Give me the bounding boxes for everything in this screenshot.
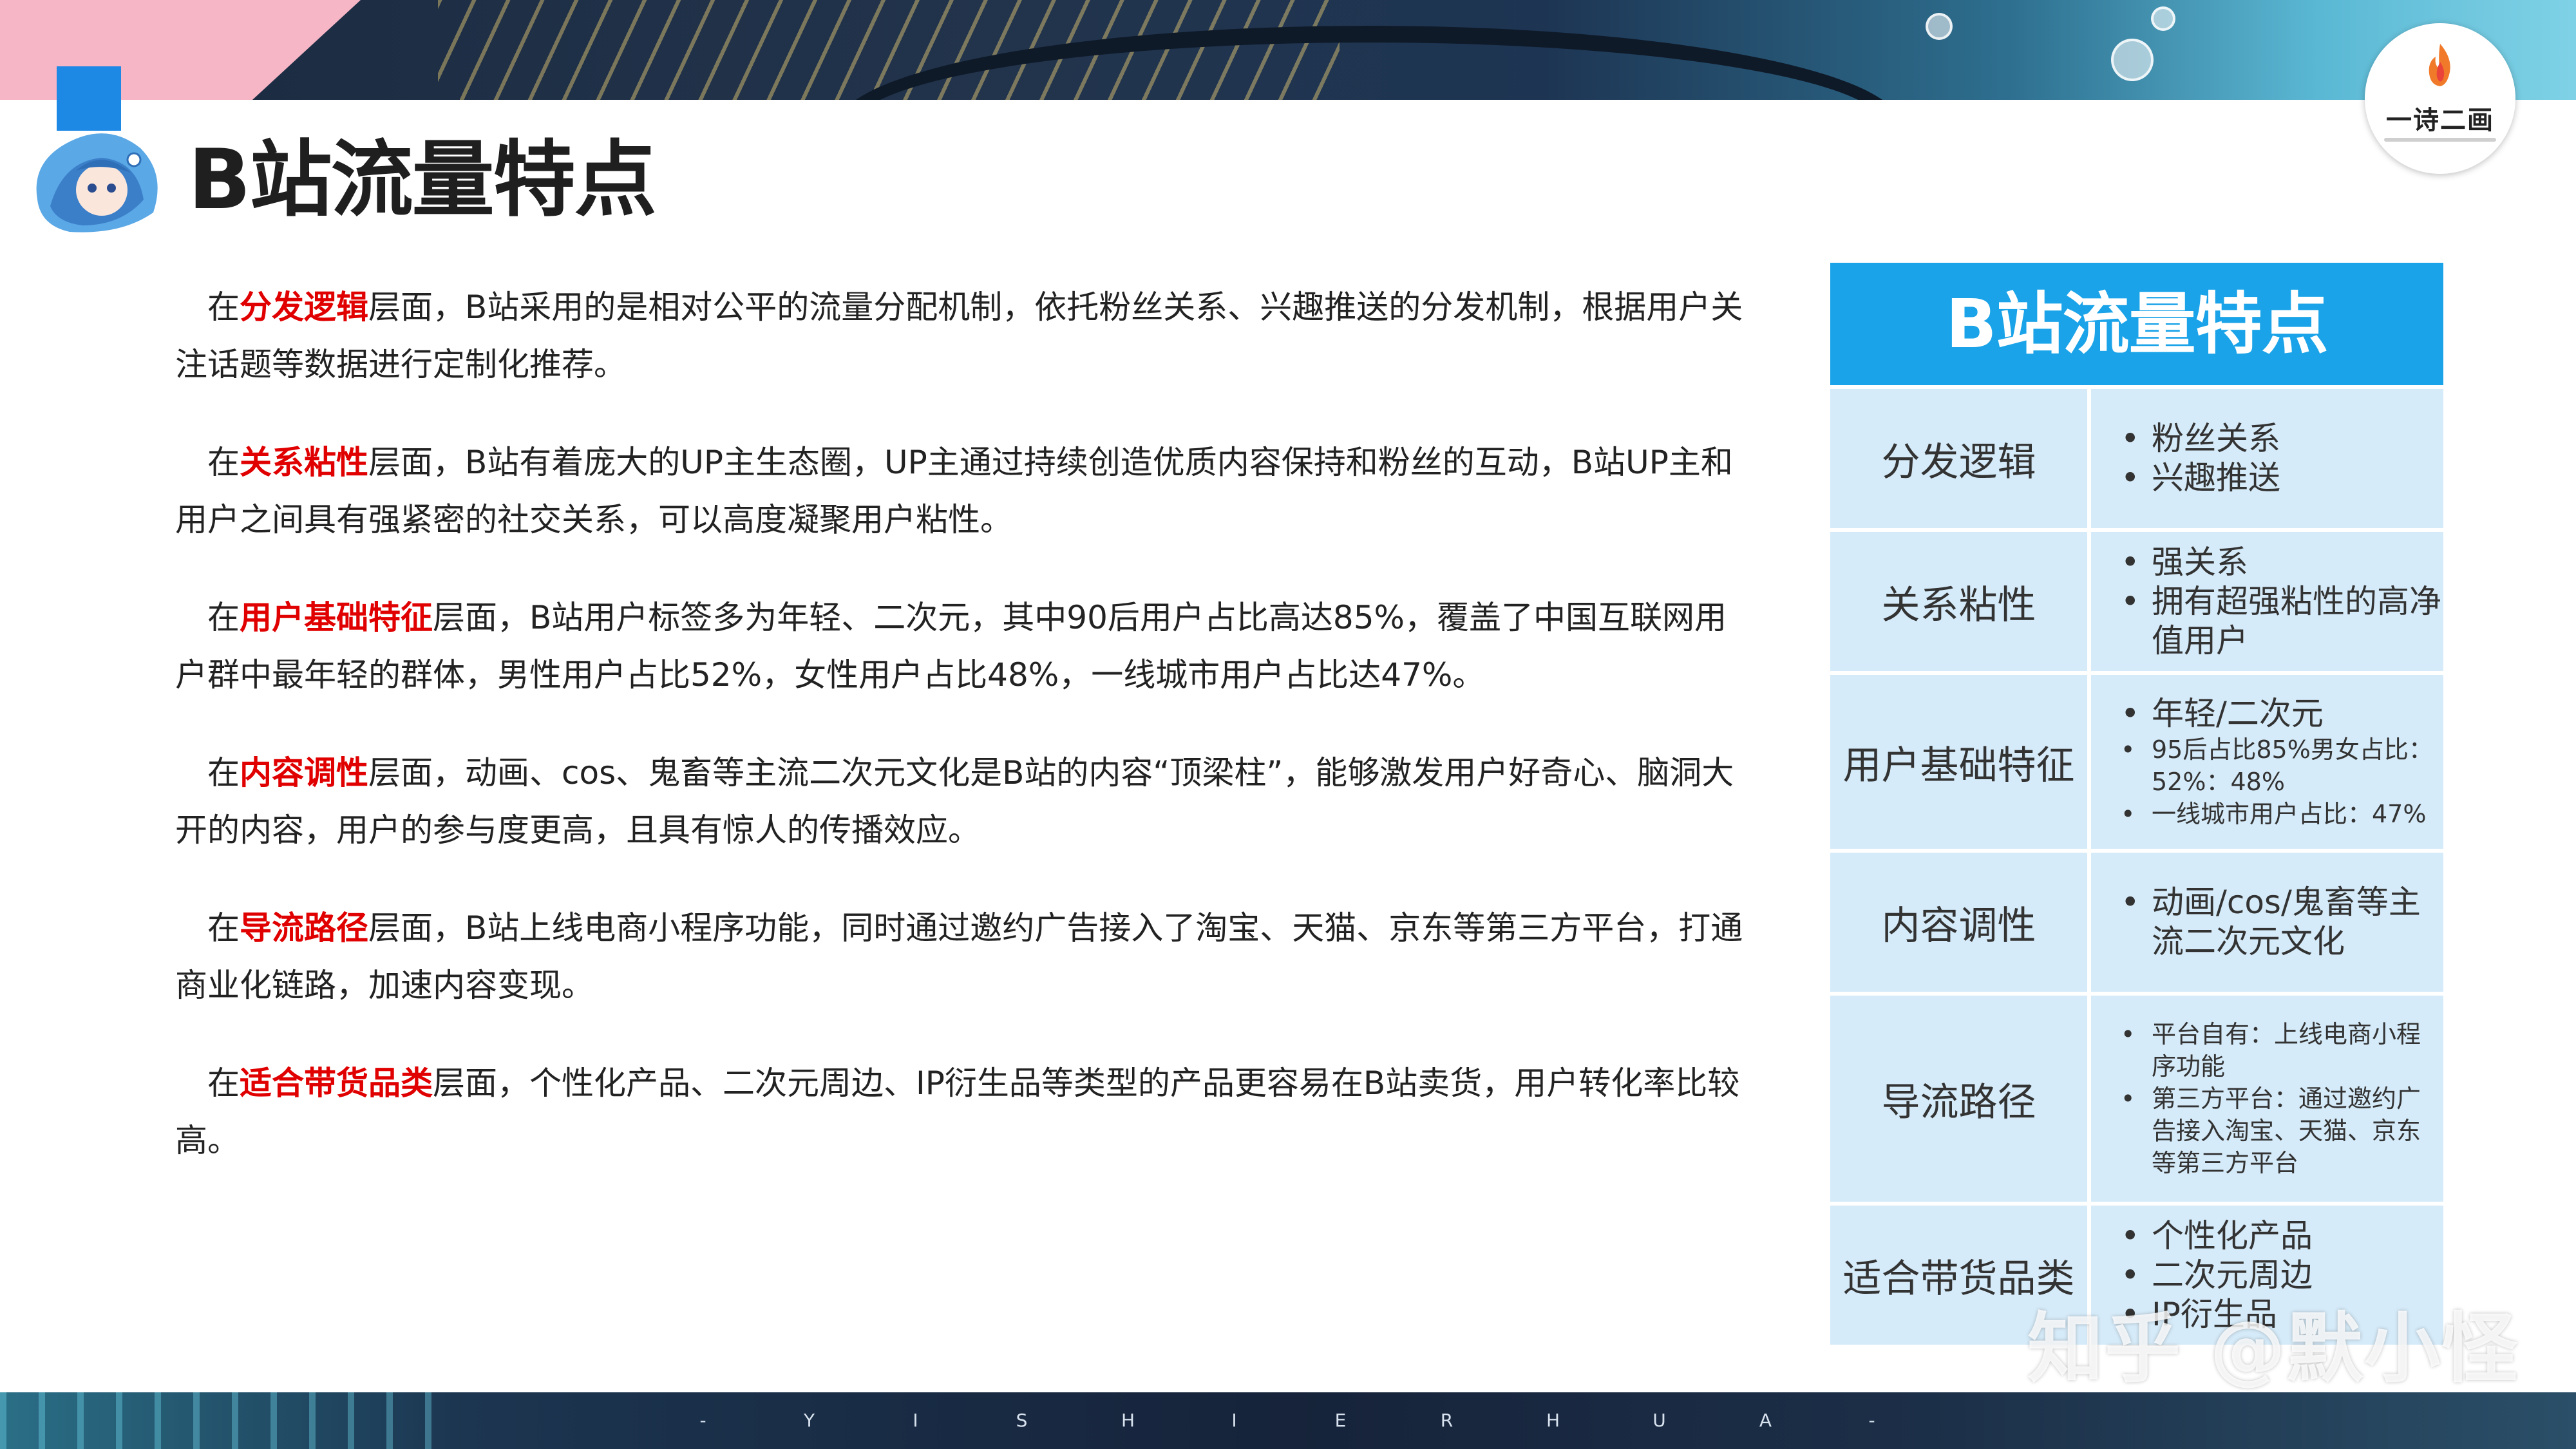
row-label: 用户基础特征 (1830, 675, 2091, 849)
title-accent-square (57, 66, 121, 131)
watermark: 知乎 @默小怪 (2027, 1304, 2519, 1393)
list-item: 粉丝关系 (2113, 419, 2443, 459)
logo-subtitle-line (2384, 138, 2496, 142)
summary-table: B站流量特点 分发逻辑 粉丝关系 兴趣推送 关系粘性 强关系 拥有超强粘性的高净… (1830, 263, 2443, 1345)
row-label: 分发逻辑 (1830, 389, 2091, 528)
keyword: 关系粘性 (240, 444, 368, 481)
bubble-decoration (2111, 39, 2154, 81)
row-details: 年轻/二次元 95后占比85%男女占比：52%：48% 一线城市用户占比：47% (2095, 675, 2443, 849)
row-label: 导流路径 (1830, 996, 2091, 1202)
pink-corner-shape (0, 0, 361, 100)
list-item: 一线城市用户占比：47% (2113, 798, 2443, 830)
table-row: 导流路径 平台自有：上线电商小程序功能 第三方平台：通过邀约广告接入淘宝、天猫、… (1830, 996, 2443, 1202)
list-item: 动画/cos/鬼畜等主流二次元文化 (2113, 883, 2443, 961)
table-row: 用户基础特征 年轻/二次元 95后占比85%男女占比：52%：48% 一线城市用… (1830, 675, 2443, 849)
top-decorative-banner (0, 0, 2576, 100)
bubble-decoration (2151, 6, 2175, 31)
paragraph-user-base: 在用户基础特征层面，B站用户标签多为年轻、二次元，其中90后用户占比高达85%，… (175, 599, 1727, 694)
paragraph-relationship: 在关系粘性层面，B站有着庞大的UP主生态圈，UP主通过持续创造优质内容保持和粉丝… (175, 444, 1733, 538)
logo-text: 一诗二画 (2386, 105, 2494, 135)
flame-icon (2429, 44, 2450, 86)
footer-tagline: -YISHIERHUA- (699, 1410, 1877, 1431)
list-item: 第三方平台：通过邀约广告接入淘宝、天猫、京东等第三方平台 (2113, 1083, 2443, 1179)
paragraph-distribution: 在分发逻辑层面，B站采用的是相对公平的流量分配机制，依托粉丝关系、兴趣推送的分发… (175, 289, 1743, 383)
table-row: 内容调性 动画/cos/鬼畜等主流二次元文化 (1830, 853, 2443, 992)
keyword: 适合带货品类 (240, 1065, 433, 1102)
row-details: 强关系 拥有超强粘性的高净值用户 (2095, 532, 2443, 671)
body-paragraphs: 在分发逻辑层面，B站采用的是相对公平的流量分配机制，依托粉丝关系、兴趣推送的分发… (175, 279, 1747, 1210)
list-item: 兴趣推送 (2113, 459, 2443, 498)
table-row: 分发逻辑 粉丝关系 兴趣推送 (1830, 389, 2443, 528)
list-item: 拥有超强粘性的高净值用户 (2113, 582, 2443, 661)
bubble-decoration (1926, 13, 1953, 40)
row-details: 平台自有：上线电商小程序功能 第三方平台：通过邀约广告接入淘宝、天猫、京东等第三… (2095, 996, 2443, 1202)
row-details: 粉丝关系 兴趣推送 (2095, 389, 2443, 528)
list-item: 年轻/二次元 (2113, 694, 2443, 734)
paragraph-product-category: 在适合带货品类层面，个性化产品、二次元周边、IP衍生品等类型的产品更容易在B站卖… (175, 1065, 1740, 1159)
mascot-icon (36, 133, 158, 232)
list-item: 强关系 (2113, 543, 2443, 582)
keyword: 导流路径 (240, 909, 368, 947)
row-label: 关系粘性 (1830, 532, 2091, 671)
keyword: 内容调性 (240, 754, 368, 791)
list-item: 95后占比85%男女占比：52%：48% (2113, 734, 2443, 798)
row-details: 动画/cos/鬼畜等主流二次元文化 (2095, 853, 2443, 992)
keyword: 分发逻辑 (240, 289, 368, 326)
paragraph-content-tone: 在内容调性层面，动画、cos、鬼畜等主流二次元文化是B站的内容“顶梁柱”，能够激… (175, 754, 1734, 849)
list-item: 平台自有：上线电商小程序功能 (2113, 1018, 2443, 1083)
brand-logo: 一诗二画 (2365, 23, 2515, 174)
page-title: B站流量特点 (188, 132, 657, 228)
table-row: 关系粘性 强关系 拥有超强粘性的高净值用户 (1830, 532, 2443, 671)
paragraph-traffic-path: 在导流路径层面，B站上线电商小程序功能，同时通过邀约广告接入了淘宝、天猫、京东等… (175, 909, 1743, 1004)
keyword: 用户基础特征 (240, 599, 433, 636)
summary-header: B站流量特点 (1830, 263, 2443, 385)
row-label: 内容调性 (1830, 853, 2091, 992)
list-item: 个性化产品 (2113, 1217, 2443, 1256)
